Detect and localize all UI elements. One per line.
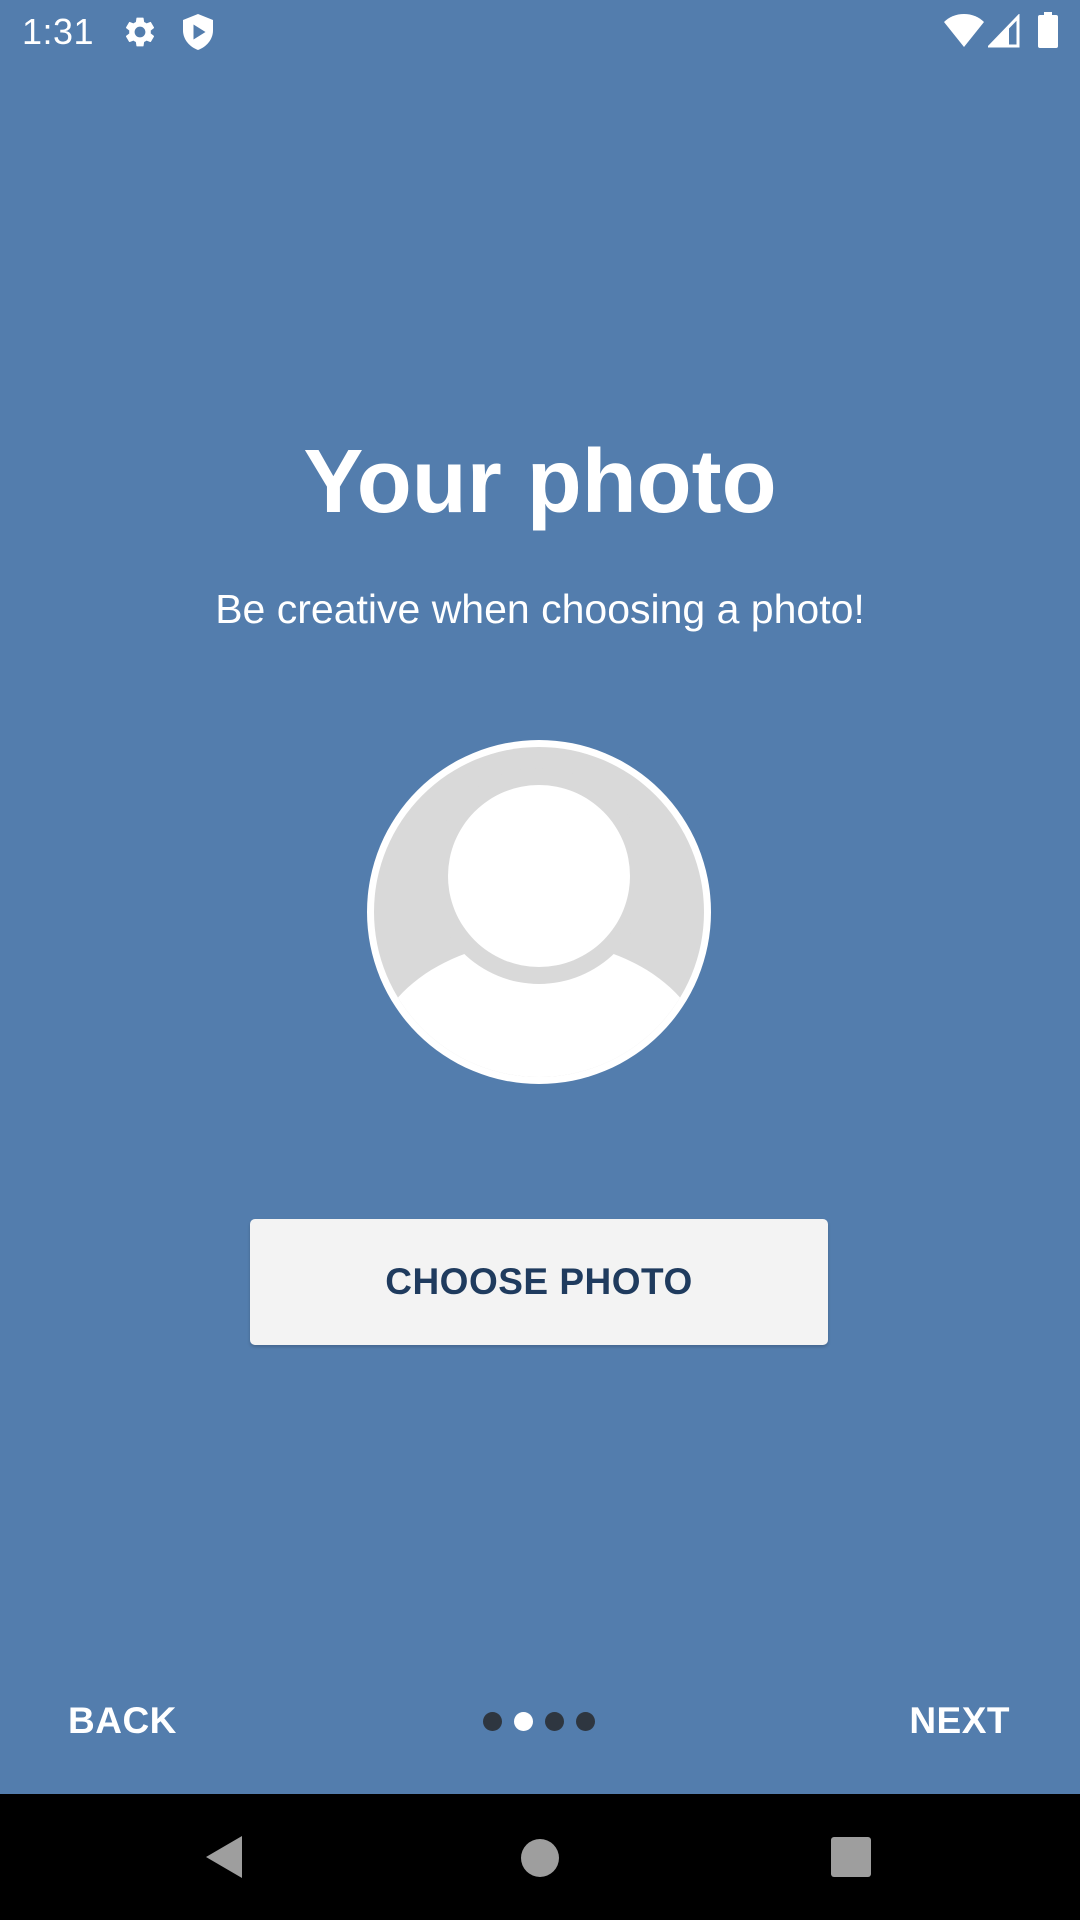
page-indicator bbox=[483, 1712, 603, 1732]
shield-play-icon bbox=[183, 14, 213, 50]
page-dot-1 bbox=[483, 1712, 502, 1731]
status-bar: 1:31 bbox=[0, 0, 1080, 64]
page-title: Your photo bbox=[303, 432, 777, 532]
page-subtitle: Be creative when choosing a photo! bbox=[215, 586, 865, 632]
page-dot-4 bbox=[576, 1712, 595, 1731]
recents-square-icon[interactable] bbox=[830, 1836, 872, 1878]
page-dot-2-active bbox=[514, 1712, 533, 1731]
choose-photo-button[interactable]: CHOOSE PHOTO bbox=[250, 1219, 828, 1345]
system-navigation-bar bbox=[0, 1794, 1080, 1920]
settings-gear-icon bbox=[125, 17, 155, 47]
page-dot-3 bbox=[545, 1712, 564, 1731]
home-circle-icon[interactable] bbox=[520, 1838, 560, 1878]
back-button[interactable]: BACK bbox=[68, 1695, 177, 1747]
next-button[interactable]: NEXT bbox=[909, 1695, 1010, 1747]
battery-icon bbox=[1038, 12, 1058, 48]
avatar-placeholder-icon[interactable] bbox=[366, 739, 712, 1085]
status-time: 1:31 bbox=[22, 11, 95, 52]
cell-signal-icon bbox=[988, 14, 1020, 48]
back-triangle-icon[interactable] bbox=[204, 1834, 244, 1880]
wifi-icon bbox=[944, 14, 984, 47]
